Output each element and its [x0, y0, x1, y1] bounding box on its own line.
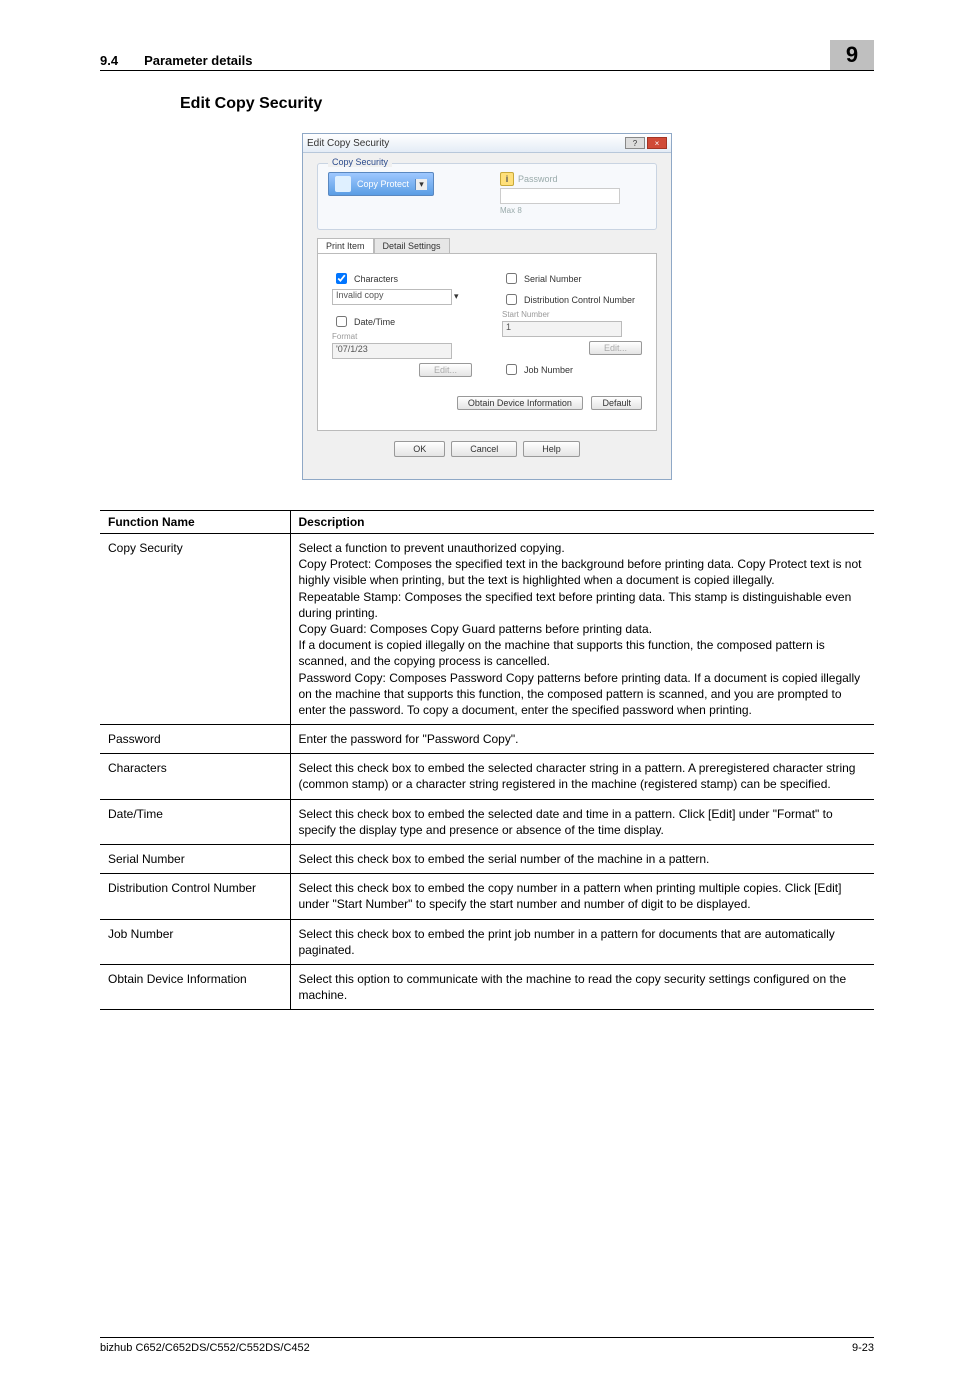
start-number-edit-button[interactable]: Edit...: [589, 341, 642, 355]
start-number-label: Start Number: [502, 310, 642, 319]
ok-button[interactable]: OK: [394, 441, 445, 457]
checkbox-distribution-label: Distribution Control Number: [524, 295, 635, 305]
password-hint: Max 8: [500, 206, 646, 215]
cancel-button[interactable]: Cancel: [451, 441, 517, 457]
window-buttons: ? ×: [625, 137, 667, 149]
dialog-edit-copy-security: Edit Copy Security ? × Copy Security Cop…: [302, 133, 672, 480]
checkbox-datetime-input[interactable]: [336, 316, 347, 327]
table-cell-description: Enter the password for "Password Copy".: [290, 725, 874, 754]
password-label: Password: [518, 174, 558, 184]
tab-print-item[interactable]: Print Item: [317, 238, 374, 253]
checkbox-datetime-label: Date/Time: [354, 317, 395, 327]
copy-security-dropdown[interactable]: Copy Protect ▾: [328, 172, 434, 196]
table-cell-function: Date/Time: [100, 799, 290, 844]
table-head-description: Description: [290, 511, 874, 534]
datetime-edit-button[interactable]: Edit...: [419, 363, 472, 377]
table-cell-function: Job Number: [100, 919, 290, 964]
password-input[interactable]: [500, 188, 620, 204]
parameter-table: Function Name Description Copy SecurityS…: [100, 510, 874, 1010]
chevron-down-icon: ▾: [415, 179, 427, 190]
table-cell-description: Select this check box to embed the selec…: [290, 754, 874, 799]
table-row: Serial NumberSelect this check box to em…: [100, 845, 874, 874]
copy-protect-icon: [335, 176, 351, 192]
checkbox-jobnumber-label: Job Number: [524, 365, 573, 375]
table-cell-function: Password: [100, 725, 290, 754]
dialog-titlebar: Edit Copy Security ? ×: [303, 134, 671, 153]
chapter-badge: 9: [830, 40, 874, 70]
datetime-value: '07/1/23: [332, 343, 452, 359]
footer-model: bizhub C652/C652DS/C552/C552DS/C452: [100, 1342, 310, 1354]
datetime-format-label: Format: [332, 332, 472, 341]
group-legend: Copy Security: [328, 157, 392, 167]
checkbox-jobnumber-input[interactable]: [506, 364, 517, 375]
checkbox-serial-label: Serial Number: [524, 274, 582, 284]
section-number: 9.4: [100, 53, 118, 68]
table-head-function: Function Name: [100, 511, 290, 534]
table-row: Distribution Control NumberSelect this c…: [100, 874, 874, 919]
table-cell-function: Obtain Device Information: [100, 964, 290, 1009]
checkbox-characters[interactable]: Characters: [332, 270, 472, 287]
start-number-value: 1: [502, 321, 622, 337]
checkbox-serial-input[interactable]: [506, 273, 517, 284]
table-cell-description: Select this option to communicate with t…: [290, 964, 874, 1009]
dialog-title: Edit Copy Security: [307, 138, 389, 149]
footer-page: 9-23: [852, 1342, 874, 1354]
table-cell-function: Characters: [100, 754, 290, 799]
page-heading: Edit Copy Security: [180, 95, 874, 113]
table-cell-description: Select this check box to embed the copy …: [290, 874, 874, 919]
table-cell-function: Distribution Control Number: [100, 874, 290, 919]
copy-security-group: Copy Security Copy Protect ▾ i Password: [317, 163, 657, 230]
table-row: Copy SecuritySelect a function to preven…: [100, 534, 874, 725]
copy-security-value: Copy Protect: [357, 179, 409, 189]
checkbox-characters-input[interactable]: [336, 273, 347, 284]
table-cell-function: Serial Number: [100, 845, 290, 874]
table-cell-function: Copy Security: [100, 534, 290, 725]
obtain-device-info-button[interactable]: Obtain Device Information: [457, 396, 583, 410]
table-row: Obtain Device InformationSelect this opt…: [100, 964, 874, 1009]
table-cell-description: Select this check box to embed the selec…: [290, 799, 874, 844]
characters-dropdown[interactable]: Invalid copy: [332, 289, 452, 305]
checkbox-characters-label: Characters: [354, 274, 398, 284]
table-cell-description: Select a function to prevent unauthorize…: [290, 534, 874, 725]
checkbox-distribution-input[interactable]: [506, 294, 517, 305]
info-icon: i: [500, 172, 514, 186]
table-row: CharactersSelect this check box to embed…: [100, 754, 874, 799]
tab-content: Characters Invalid copy ▾ Date/Time Form…: [317, 253, 657, 431]
table-cell-description: Select this check box to embed the print…: [290, 919, 874, 964]
chevron-down-icon: ▾: [454, 291, 459, 302]
table-row: Job NumberSelect this check box to embed…: [100, 919, 874, 964]
table-row: PasswordEnter the password for "Password…: [100, 725, 874, 754]
checkbox-datetime[interactable]: Date/Time: [332, 313, 472, 330]
close-icon[interactable]: ×: [647, 137, 667, 149]
checkbox-distribution[interactable]: Distribution Control Number: [502, 291, 642, 308]
checkbox-jobnumber[interactable]: Job Number: [502, 361, 642, 378]
help-button[interactable]: Help: [523, 441, 580, 457]
tab-detail-settings[interactable]: Detail Settings: [374, 238, 450, 253]
table-row: Date/TimeSelect this check box to embed …: [100, 799, 874, 844]
default-button[interactable]: Default: [591, 396, 642, 410]
checkbox-serial[interactable]: Serial Number: [502, 270, 642, 287]
section-title: Parameter details: [144, 53, 830, 68]
help-icon[interactable]: ?: [625, 137, 645, 149]
table-cell-description: Select this check box to embed the seria…: [290, 845, 874, 874]
